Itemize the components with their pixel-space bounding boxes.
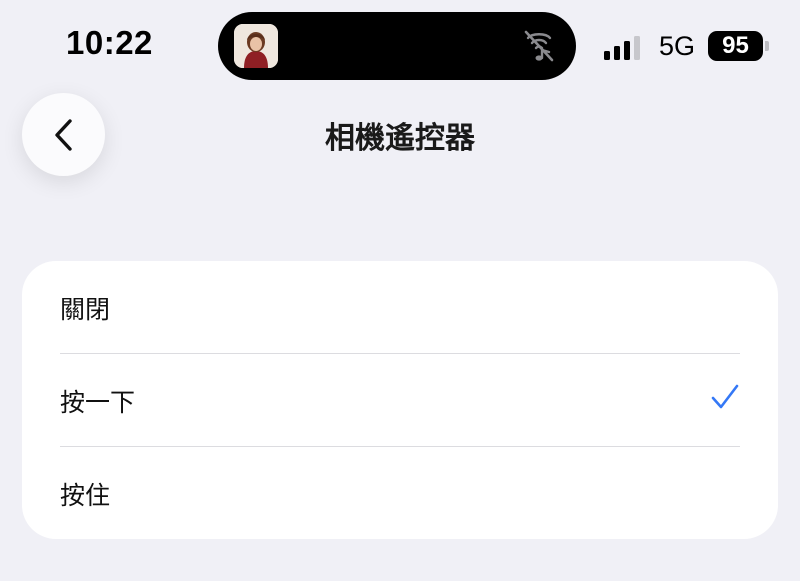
bell-slash-icon: [520, 28, 558, 64]
album-art-icon: [234, 24, 278, 68]
option-row-click[interactable]: 按一下: [22, 354, 778, 447]
option-label: 按住: [60, 481, 111, 510]
battery-cap: [765, 41, 769, 51]
network-type: 5G: [659, 31, 696, 61]
cellular-signal-icon: [604, 36, 644, 60]
battery-indicator: 95: [708, 31, 763, 61]
checkmark-icon: [711, 384, 739, 409]
option-label: 關閉: [60, 295, 111, 324]
option-row-hold[interactable]: 按住: [22, 447, 778, 539]
page-title: 相機遙控器: [325, 121, 475, 156]
option-label: 按一下: [60, 388, 136, 417]
dynamic-island[interactable]: [218, 12, 576, 80]
status-time: 10:22: [66, 24, 153, 61]
options-card: 關閉 按一下 按住: [22, 261, 778, 539]
option-row-off[interactable]: 關閉: [22, 261, 778, 354]
